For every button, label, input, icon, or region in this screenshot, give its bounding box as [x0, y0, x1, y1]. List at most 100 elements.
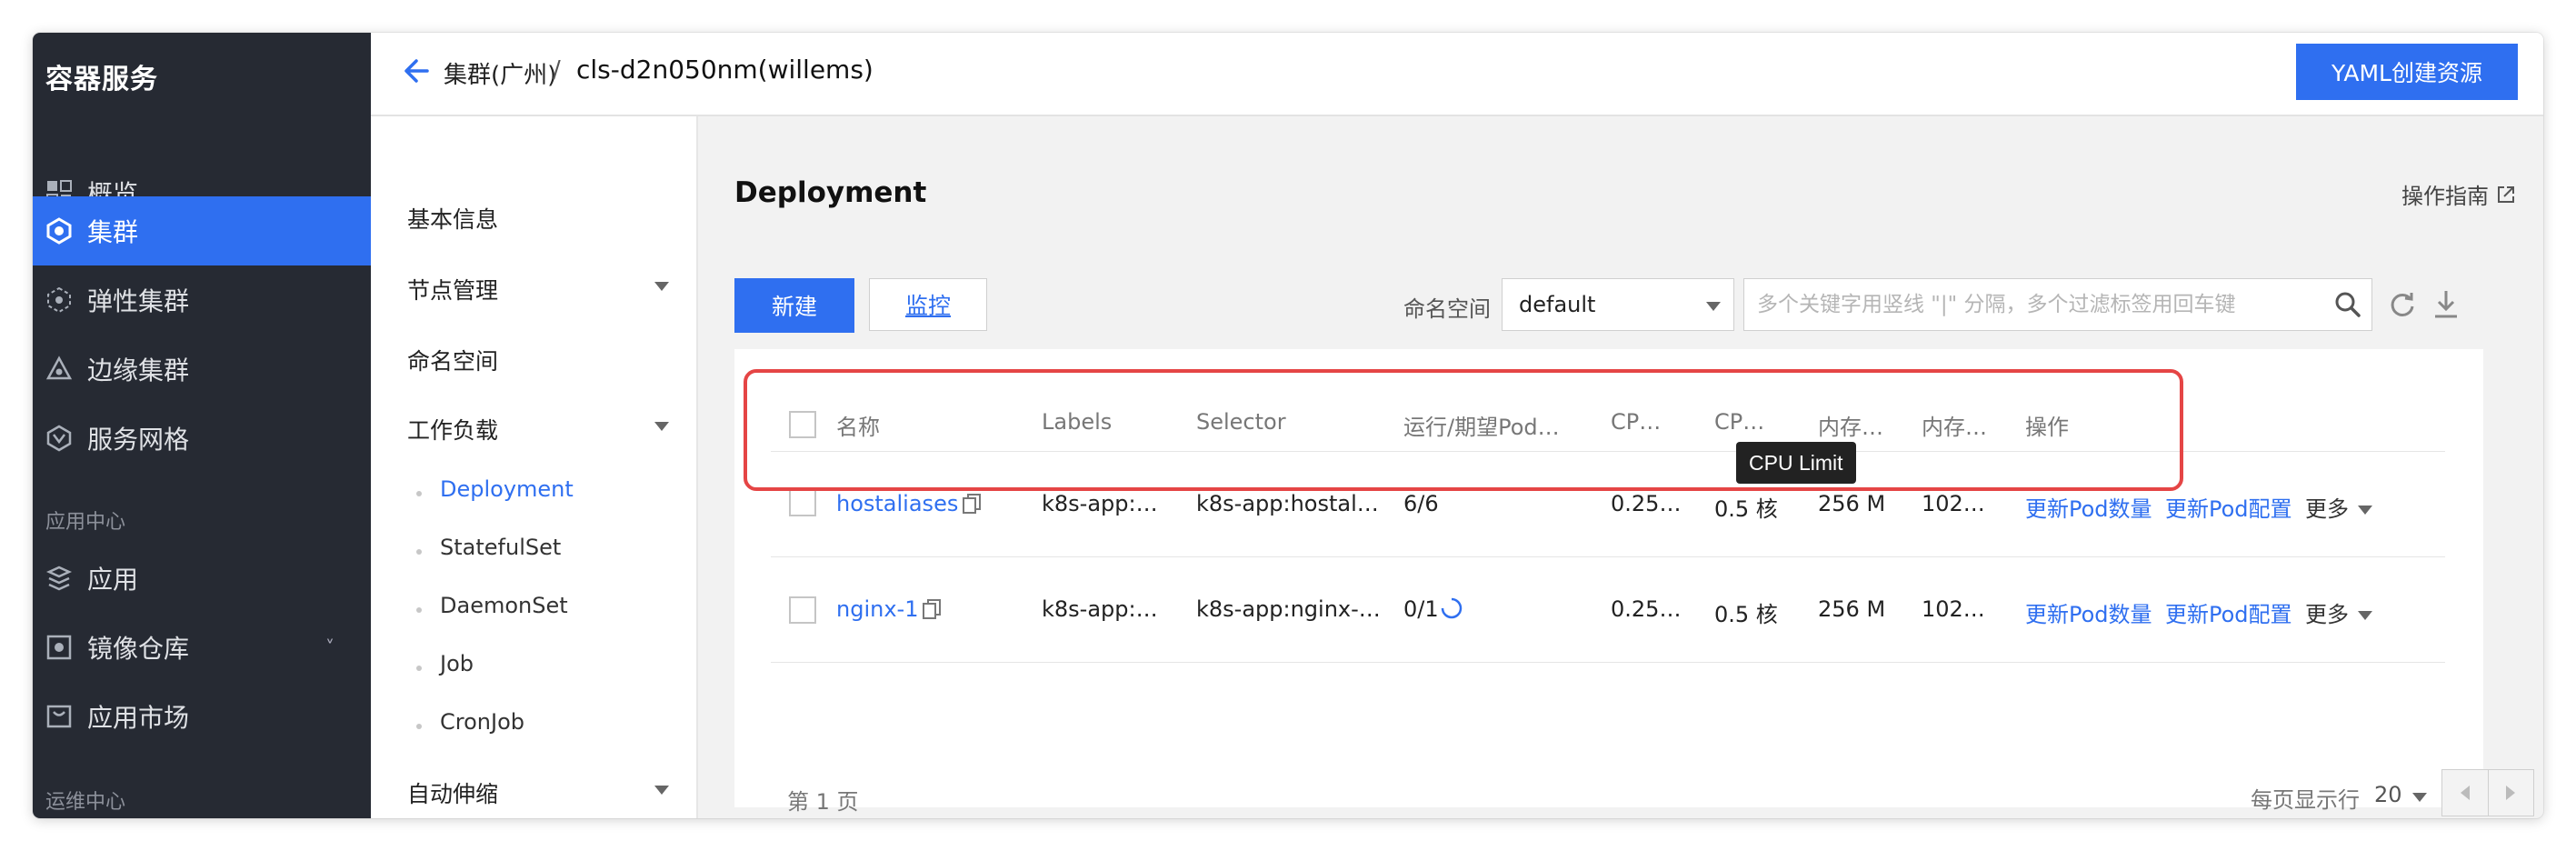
- sidebar-item-app-market[interactable]: 应用市场: [33, 682, 371, 751]
- bullet-dot-icon: [416, 491, 422, 496]
- submenu-cronjob[interactable]: CronJob: [440, 709, 524, 735]
- select-all-checkbox[interactable]: [789, 411, 816, 438]
- labels-cell: k8s-app:…: [1042, 491, 1158, 516]
- app-window: 容器服务 概览 集群 弹性集群 边缘集群 服务网格 应用中心 应用 镜像仓库 ˅…: [33, 33, 2543, 818]
- submenu-deployment[interactable]: Deployment: [440, 476, 574, 502]
- per-page-label: 每页显示行: [2251, 787, 2360, 813]
- update-pod-count-link[interactable]: 更新Pod数量: [2025, 491, 2152, 523]
- service-mesh-icon: [44, 423, 75, 454]
- cpu-request-cell: 0.25…: [1611, 491, 1682, 516]
- update-pod-count-link[interactable]: 更新Pod数量: [2025, 596, 2152, 628]
- chevron-down-icon: ˅: [325, 636, 334, 658]
- sidebar-item-elastic-cluster[interactable]: 弹性集群: [33, 265, 371, 335]
- submenu-node-management[interactable]: 节点管理: [407, 273, 498, 305]
- more-dropdown[interactable]: 更多: [2305, 596, 2372, 628]
- sidebar-item-service-mesh[interactable]: 服务网格: [33, 404, 371, 473]
- row-checkbox[interactable]: [789, 596, 816, 624]
- sidebar-item-cluster[interactable]: 集群: [33, 196, 371, 265]
- elastic-cluster-icon: [44, 285, 75, 315]
- secondary-menu: 基本信息 节点管理 命名空间 工作负载 Deployment StatefulS…: [371, 116, 698, 818]
- update-pod-config-link[interactable]: 更新Pod配置: [2165, 491, 2292, 523]
- breadcrumb-parent[interactable]: 集群(广州): [444, 56, 556, 90]
- namespace-label: 命名空间: [1403, 296, 1491, 322]
- sidebar-item-label: 应用: [87, 565, 139, 595]
- monitor-button[interactable]: 监控: [869, 278, 987, 331]
- submenu-job[interactable]: Job: [440, 651, 474, 676]
- copy-icon[interactable]: [922, 598, 942, 620]
- selector-cell: k8s-app:hostal…: [1196, 491, 1379, 516]
- bullet-dot-icon: [416, 666, 422, 671]
- table-row: hostaliases k8s-app:… k8s-app:hostal… 6/…: [771, 451, 2445, 557]
- deployment-name-link[interactable]: nginx-1: [836, 596, 918, 622]
- sidebar-item-app[interactable]: 应用: [33, 544, 371, 613]
- sidebar-item-label: 服务网格: [87, 425, 190, 455]
- caret-down-icon[interactable]: [2412, 793, 2427, 802]
- top-header: 集群(广州) / cls-d2n050nm(willems) YAML创建资源: [371, 33, 2543, 116]
- prev-page-button[interactable]: [2442, 770, 2488, 816]
- sidebar-item-label: 应用市场: [87, 703, 190, 733]
- pods-cell: 0/1: [1403, 596, 1439, 622]
- next-page-button[interactable]: [2487, 770, 2534, 816]
- image-repo-icon: [44, 632, 75, 663]
- submenu-autoscale[interactable]: 自动伸缩: [407, 776, 498, 809]
- per-page-select[interactable]: 20: [2374, 782, 2402, 807]
- caret-down-icon[interactable]: [654, 422, 669, 431]
- more-dropdown[interactable]: 更多: [2305, 491, 2372, 523]
- submenu-basic-info[interactable]: 基本信息: [407, 202, 498, 235]
- submenu-statefulset[interactable]: StatefulSet: [440, 535, 561, 560]
- guide-label: 操作指南: [2401, 184, 2489, 209]
- sidebar-item-image-repo[interactable]: 镜像仓库 ˅: [33, 613, 371, 682]
- guide-link[interactable]: 操作指南: [2401, 178, 2516, 210]
- submenu-namespace[interactable]: 命名空间: [407, 344, 498, 376]
- page-title: Deployment: [734, 176, 927, 209]
- search-icon[interactable]: [2333, 290, 2362, 319]
- submenu-workload[interactable]: 工作负载: [407, 413, 498, 446]
- deployment-table: 名称 Labels Selector 运行/期望Pod… CP… CP… 内存……: [734, 349, 2534, 816]
- brand-title: 容器服务: [45, 64, 158, 95]
- cpu-request-cell: 0.25…: [1611, 596, 1682, 622]
- breadcrumb-current: cls-d2n050nm(willems): [576, 55, 874, 85]
- caret-down-icon[interactable]: [654, 786, 669, 795]
- column-header-cpu-request: CP…: [1611, 409, 1662, 435]
- column-header-pods: 运行/期望Pod…: [1403, 415, 1560, 440]
- section-app-center: 应用中心: [45, 511, 126, 534]
- namespace-select[interactable]: default: [1502, 278, 1734, 331]
- back-arrow-icon[interactable]: [400, 53, 436, 89]
- pods-cell: 6/6: [1403, 491, 1439, 516]
- namespace-value: default: [1519, 292, 1596, 317]
- labels-cell: k8s-app:…: [1042, 596, 1158, 622]
- more-label: 更多: [2305, 602, 2349, 627]
- next-arrow-icon: [2506, 786, 2516, 800]
- pagination: [2441, 769, 2534, 816]
- search-field[interactable]: [1743, 278, 2372, 331]
- more-label: 更多: [2305, 496, 2349, 522]
- refresh-icon[interactable]: [2387, 289, 2418, 320]
- sidebar-item-edge-cluster[interactable]: 边缘集群: [33, 335, 371, 404]
- download-icon[interactable]: [2431, 287, 2461, 320]
- deployment-name-link[interactable]: hostaliases: [836, 491, 958, 516]
- submenu-daemonset[interactable]: DaemonSet: [440, 593, 568, 618]
- cpu-limit-cell: 0.5 核: [1714, 496, 1778, 522]
- column-header-cpu-limit: CP…: [1714, 409, 1765, 435]
- copy-icon[interactable]: [962, 493, 982, 515]
- sidebar-item-label: 集群: [87, 217, 139, 247]
- bullet-dot-icon: [416, 549, 422, 555]
- mem-limit-cell: 102…: [1922, 491, 1985, 516]
- search-input[interactable]: [1755, 292, 2304, 317]
- sidebar-item-label: 边缘集群: [87, 355, 190, 385]
- new-button[interactable]: 新建: [734, 278, 854, 333]
- cpu-limit-cell: 0.5 核: [1714, 602, 1778, 627]
- mem-limit-cell: 102…: [1922, 596, 1985, 622]
- caret-down-icon[interactable]: [654, 282, 669, 291]
- column-header-mem-request: 内存…: [1818, 415, 1883, 440]
- column-header-labels: Labels: [1042, 409, 1113, 435]
- column-header-name: 名称: [836, 415, 880, 440]
- row-checkbox[interactable]: [789, 489, 816, 516]
- caret-down-icon: [2358, 611, 2372, 620]
- page-info: 第 1 页: [787, 789, 859, 815]
- column-header-selector: Selector: [1196, 409, 1286, 435]
- selector-cell: k8s-app:nginx-…: [1196, 596, 1381, 622]
- mem-request-cell: 256 M: [1818, 596, 1886, 622]
- yaml-create-button[interactable]: YAML创建资源: [2296, 44, 2518, 100]
- update-pod-config-link[interactable]: 更新Pod配置: [2165, 596, 2292, 628]
